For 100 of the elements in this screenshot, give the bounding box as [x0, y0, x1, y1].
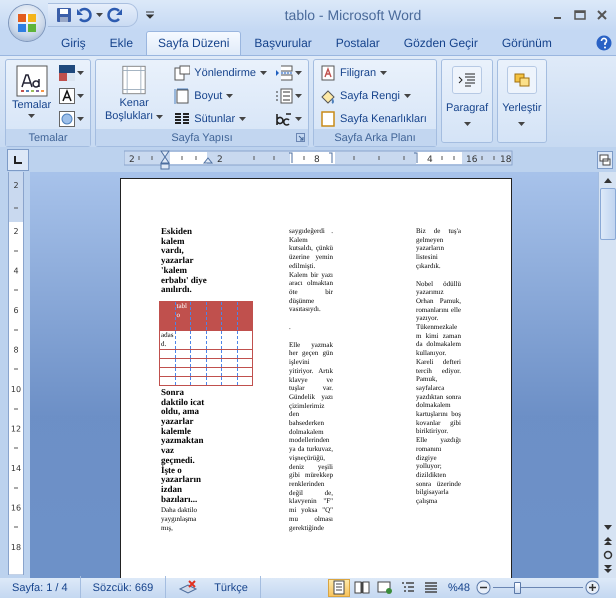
- table-cell: [160, 301, 175, 330]
- zoom-in-icon[interactable]: [585, 580, 600, 595]
- ruler-number: 4: [13, 266, 19, 276]
- table-cell: [160, 349, 175, 358]
- column-marker[interactable]: [288, 152, 292, 163]
- word-count[interactable]: Sözcük: 669: [80, 576, 166, 598]
- window-title: tablo - Microsoft Word: [284, 7, 422, 23]
- caret-icon: [96, 13, 103, 17]
- ribbon-command[interactable]: Filigran: [318, 63, 429, 83]
- left-tab-icon: [14, 156, 22, 164]
- circle-icon: [59, 111, 76, 127]
- table-cell: [190, 349, 206, 358]
- office-button[interactable]: [9, 5, 45, 41]
- document-paragraph: Sonra daktilo icat oldu, ama yazarlar kalemle yazmaktan vaz geçmedi. İşte o yazarların izdan bazıları...: [161, 388, 206, 504]
- indent-marker[interactable]: [202, 156, 214, 163]
- customize-caret-icon[interactable]: [146, 11, 154, 19]
- ribbon-command[interactable]: Sayfa Kenarlıkları: [318, 109, 429, 129]
- redo-icon[interactable]: [107, 7, 123, 23]
- theme-effects-button[interactable]: [57, 109, 86, 129]
- maximize-icon[interactable]: [574, 9, 586, 21]
- ribbon-tab[interactable]: Görünüm: [490, 32, 563, 55]
- zoom-slider-thumb[interactable]: [514, 582, 522, 594]
- ruler-number: 2: [13, 227, 19, 236]
- spelling-book-icon[interactable]: [178, 580, 198, 596]
- table-cell: [190, 367, 206, 376]
- letter-page-icon: [320, 65, 336, 81]
- page-break-icon: [275, 65, 293, 81]
- color-squares-icon: [59, 65, 76, 81]
- table-cell: [190, 301, 206, 330]
- undo-icon[interactable]: [76, 7, 92, 23]
- margins-button[interactable]: Kenar Boşlukları: [100, 63, 168, 129]
- close-icon[interactable]: [596, 9, 608, 21]
- previous-page-icon[interactable]: [602, 536, 612, 546]
- ruler-number: 2: [129, 154, 135, 164]
- ruler-number: 10: [10, 385, 22, 394]
- save-icon[interactable]: [56, 7, 72, 23]
- breaks-button[interactable]: [273, 63, 304, 83]
- ruler-number: 16: [466, 154, 478, 164]
- language-label[interactable]: Türkçe: [214, 582, 248, 594]
- theme-colors-button[interactable]: [57, 63, 86, 83]
- paragraph-icon: [458, 72, 476, 88]
- table-cell: [237, 349, 252, 358]
- table-cell: [206, 358, 222, 368]
- book-icon: [354, 580, 370, 595]
- collapsed-group-button[interactable]: Paragraf: [441, 59, 494, 143]
- caret-icon: [295, 71, 302, 75]
- font-letter-icon: [59, 88, 76, 104]
- table-cell: [160, 376, 175, 386]
- table-cell: [222, 358, 237, 368]
- ribbon-command[interactable]: Sütunlar: [172, 109, 269, 129]
- ribbon-tab[interactable]: Ekle: [98, 32, 144, 55]
- scroll-up-icon[interactable]: [602, 176, 612, 186]
- column-marker[interactable]: [328, 152, 332, 163]
- indent-marker[interactable]: [160, 150, 170, 169]
- tab-selector[interactable]: [7, 148, 29, 170]
- page-margins-icon: [122, 65, 146, 95]
- pages-icon: [174, 65, 190, 81]
- ribbon-tab[interactable]: Giriş: [50, 32, 97, 55]
- table-cell: [190, 376, 206, 386]
- outline-icon: [400, 580, 416, 595]
- view-button[interactable]: [328, 578, 350, 596]
- page-count[interactable]: Sayfa: 1 / 4: [0, 576, 81, 598]
- ribbon-command[interactable]: Sayfa Rengi: [318, 86, 429, 106]
- browse-object-icon[interactable]: [602, 550, 612, 560]
- ruler-toggle-icon[interactable]: [597, 150, 613, 168]
- ribbon-tab[interactable]: Postalar: [324, 32, 391, 55]
- zoom-level[interactable]: %48: [442, 582, 476, 594]
- ruler-number: 6: [13, 306, 19, 315]
- table-cell: [222, 301, 237, 330]
- caret-icon: [77, 71, 84, 75]
- group-title: Temalar: [28, 132, 68, 144]
- table-cell: [160, 367, 175, 376]
- dialog-launcher-icon[interactable]: [296, 133, 305, 142]
- ribbon-tab[interactable]: Sayfa Düzeni: [146, 31, 242, 55]
- scrollbar-thumb[interactable]: [600, 188, 616, 240]
- ribbon-tab[interactable]: Başvurular: [243, 32, 323, 55]
- table-cell: [222, 367, 237, 376]
- scroll-down-icon[interactable]: [602, 522, 612, 532]
- zoom-slider[interactable]: [493, 582, 583, 594]
- ruler-number: 8: [13, 346, 19, 354]
- lines-icon: [422, 580, 439, 595]
- table-cell: [206, 349, 222, 358]
- hyphenation-icon: [275, 111, 293, 127]
- table-cell: [206, 367, 222, 376]
- ruler-number: 16: [10, 504, 22, 512]
- themes-button[interactable]: Temalar: [10, 63, 54, 129]
- ribbon-command[interactable]: Boyut: [172, 86, 269, 106]
- help-icon[interactable]: [596, 34, 612, 50]
- table-cell: [190, 358, 206, 368]
- collapsed-group-button[interactable]: Yerleştir: [497, 59, 547, 143]
- zoom-out-icon[interactable]: [476, 580, 491, 595]
- theme-fonts-button[interactable]: [57, 86, 86, 106]
- table-cell: [222, 349, 237, 358]
- table-cell: [175, 358, 190, 368]
- group-title: Sayfa Arka Planı: [334, 132, 416, 144]
- ribbon-command[interactable]: Yönlendirme: [172, 63, 269, 83]
- table-cell: [206, 330, 222, 350]
- ribbon-tab[interactable]: Gözden Geçir: [392, 32, 489, 55]
- table-cell: [222, 376, 237, 386]
- column-marker[interactable]: [414, 152, 418, 163]
